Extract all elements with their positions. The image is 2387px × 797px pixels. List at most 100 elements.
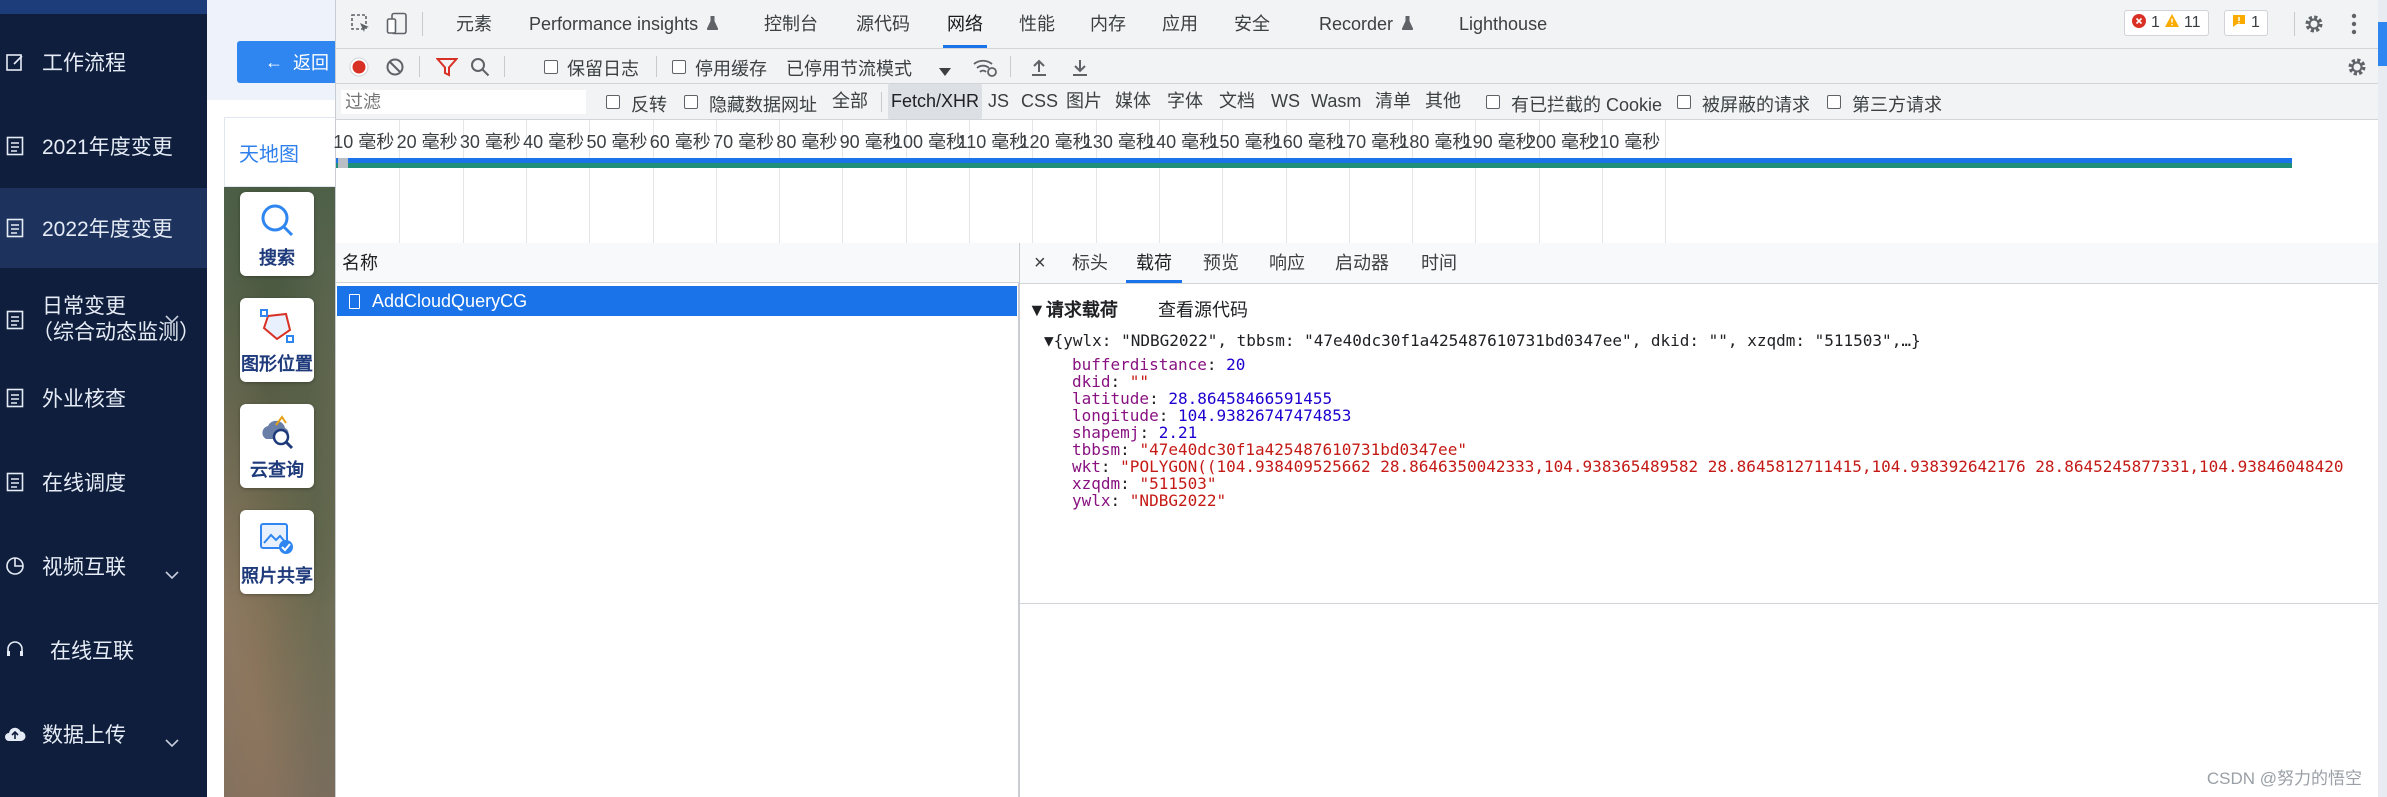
tab-security[interactable]: 安全 (1234, 0, 1270, 48)
filter-icon[interactable] (435, 57, 459, 82)
filter-type-ws[interactable]: WS (1271, 84, 1300, 119)
chevron-down-icon (165, 729, 179, 753)
filter-type-wasm[interactable]: Wasm (1311, 84, 1361, 119)
filter-type-media[interactable]: 媒体 (1115, 84, 1151, 119)
search-icon[interactable] (470, 57, 490, 82)
map-cloud-query-button[interactable]: 云查询 (240, 404, 314, 488)
watermark-text: CSDN @努力的悟空 (2206, 769, 2362, 788)
map-layer-tab[interactable]: 天地图 (224, 117, 336, 187)
request-payload-section-title[interactable]: ▼请求载荷 (1028, 296, 1118, 322)
timeline-tick-label: 70 毫秒 (713, 132, 775, 152)
throttling-select[interactable]: 已停用节流模式 (786, 55, 912, 81)
tab-payload[interactable]: 载荷 (1126, 243, 1182, 283)
payload-body: ▼请求载荷 查看源代码 ▼{ywlx: "NDBG2022", tbbsm: "… (1020, 283, 2378, 604)
tab-lighthouse[interactable]: Lighthouse (1459, 0, 1547, 48)
map-search-button[interactable]: 搜索 (240, 192, 314, 276)
polygon-icon (257, 306, 297, 346)
tab-recorder[interactable]: Recorder (1319, 0, 1414, 48)
flask-icon (1401, 14, 1414, 34)
sidebar-item-label: 数据上传 (42, 724, 126, 747)
payload-field-wkt[interactable]: wkt: "POLYGON((104.938409525662 28.86463… (1072, 457, 2344, 476)
tab-response[interactable]: 响应 (1269, 243, 1305, 283)
network-settings-gear-icon[interactable] (2346, 56, 2368, 83)
tab-performance-insights[interactable]: Performance insights (529, 0, 719, 48)
clear-icon[interactable] (385, 57, 405, 82)
sidebar-item-online-dispatch[interactable]: 在线调度 (0, 442, 207, 522)
device-toolbar-icon[interactable] (386, 12, 408, 41)
filter-type-all[interactable]: 全部 (832, 84, 868, 119)
sidebar-item-field-check[interactable]: 外业核查 (0, 358, 207, 438)
details-tabbar: × 标头 载荷 预览 响应 启动器 时间 (1020, 243, 2380, 284)
tab-sources[interactable]: 源代码 (856, 0, 910, 48)
blocked-cookies-checkbox[interactable] (1486, 95, 1500, 109)
timeline-tick-label: 50 毫秒 (586, 132, 648, 152)
sidebar-item-online-connect[interactable]: 在线互联 (0, 610, 207, 690)
network-conditions-icon[interactable] (972, 56, 998, 83)
sidebar-item-daily-change[interactable]: 日常变更 （综合动态监测） (0, 275, 207, 365)
tab-network[interactable]: 网络 (943, 0, 987, 48)
payload-value: 104.93826747474853 (1177, 406, 1352, 425)
filter-type-css[interactable]: CSS (1021, 84, 1058, 119)
filter-type-doc[interactable]: 文档 (1219, 84, 1255, 119)
invert-checkbox[interactable] (606, 95, 620, 109)
filter-input[interactable] (341, 90, 586, 114)
timeline-tick-label: 20 毫秒 (396, 132, 458, 152)
network-overview-timeline[interactable]: 10 毫秒 20 毫秒 30 毫秒 40 毫秒 50 毫秒 60 毫秒 70 毫秒 80 毫秒… (333, 120, 2379, 244)
payload-field-ywlx[interactable]: ywlx: "NDBG2022" (1072, 491, 1226, 510)
cloud-query-icon (257, 412, 297, 452)
sidebar-item-data-upload[interactable]: 数据上传 (0, 694, 207, 774)
tool-label: 照片共享 (241, 566, 313, 586)
settings-gear-icon[interactable] (2303, 13, 2325, 40)
third-party-checkbox[interactable] (1827, 95, 1841, 109)
timeline-start-marker (338, 158, 348, 168)
request-list: AddCloudQueryCG (336, 283, 1019, 797)
tab-timing[interactable]: 时间 (1421, 243, 1457, 283)
filter-type-manifest[interactable]: 清单 (1375, 84, 1411, 119)
disable-cache-checkbox[interactable] (672, 60, 686, 74)
filter-type-other[interactable]: 其他 (1425, 84, 1461, 119)
view-source-link[interactable]: 查看源代码 (1158, 296, 1248, 322)
payload-colon: : (1206, 355, 1227, 374)
tab-elements[interactable]: 元素 (456, 0, 492, 48)
name-column-header[interactable]: 名称 (336, 243, 1019, 283)
request-row[interactable]: AddCloudQueryCG (337, 286, 1017, 316)
export-har-icon[interactable] (1071, 57, 1089, 82)
back-button[interactable]: ← 返回 (237, 41, 337, 83)
tab-preview[interactable]: 预览 (1203, 243, 1239, 283)
dropdown-triangle-icon[interactable] (939, 63, 951, 81)
filter-type-js[interactable]: JS (988, 84, 1009, 119)
payload-summary[interactable]: ▼{ywlx: "NDBG2022", tbbsm: "47e40dc30f1a… (1044, 331, 1921, 350)
inspect-element-icon[interactable] (350, 13, 372, 40)
filter-type-fetch-xhr[interactable]: Fetch/XHR (888, 84, 983, 119)
preserve-log-label: 保留日志 (567, 59, 639, 79)
cloud-upload-icon (4, 723, 26, 745)
tab-headers[interactable]: 标头 (1072, 243, 1108, 283)
sidebar-item-2022-change[interactable]: 2022年度变更 (0, 188, 207, 268)
import-har-icon[interactable] (1030, 57, 1048, 82)
map-photo-share-button[interactable]: 照片共享 (240, 510, 314, 594)
timeline-request-bar-top (336, 158, 2292, 163)
more-options-icon[interactable] (2351, 13, 2357, 40)
issue-count: 1 (2251, 14, 2260, 31)
record-icon[interactable] (349, 57, 369, 82)
hide-data-urls-checkbox[interactable] (684, 95, 698, 109)
tab-performance[interactable]: 性能 (1019, 0, 1055, 48)
blocked-requests-checkbox[interactable] (1677, 95, 1691, 109)
search-icon (257, 200, 297, 240)
tab-application[interactable]: 应用 (1162, 0, 1198, 48)
preserve-log-checkbox[interactable] (544, 60, 558, 74)
sidebar-item-video[interactable]: 视频互联 (0, 526, 207, 606)
payload-value: "POLYGON((104.938409525662 28.8646350042… (1120, 457, 2344, 476)
hide-data-urls-label: 隐藏数据网址 (709, 95, 817, 115)
tab-memory[interactable]: 内存 (1090, 0, 1126, 48)
issues-counter[interactable]: 1 (2224, 10, 2268, 36)
error-warning-counter[interactable]: 1 11 (2124, 10, 2209, 36)
filter-type-img[interactable]: 图片 (1066, 84, 1102, 119)
sidebar-item-2021-change[interactable]: 2021年度变更 (0, 106, 207, 186)
tab-console[interactable]: 控制台 (764, 0, 818, 48)
sidebar-item-workflow[interactable]: 工作流程 (0, 22, 207, 102)
filter-type-font[interactable]: 字体 (1167, 84, 1203, 119)
map-shape-position-button[interactable]: 图形位置 (240, 298, 314, 382)
close-details-button[interactable]: × (1034, 243, 1046, 283)
tab-initiator[interactable]: 启动器 (1335, 243, 1389, 283)
